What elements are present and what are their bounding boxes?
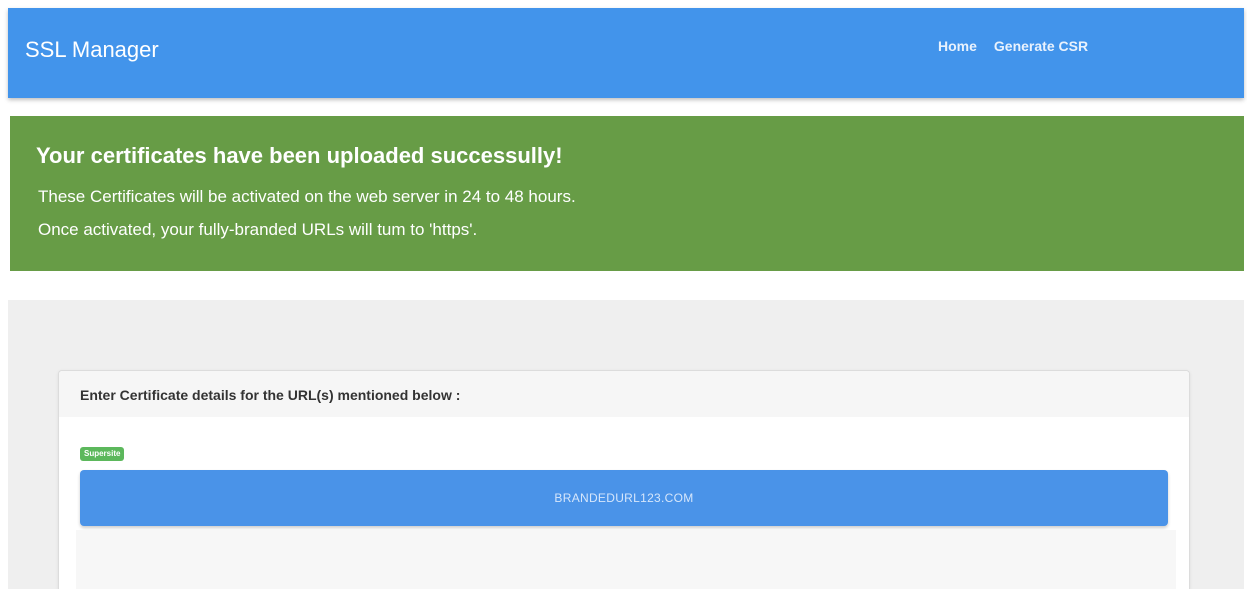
navbar: SSL Manager Home Generate CSR	[8, 8, 1244, 98]
url-label: BRANDEDURL123.COM	[554, 491, 694, 505]
alert-message-line-1: These Certificates will be activated on …	[38, 187, 576, 206]
url-accordion-button[interactable]: BRANDEDURL123.COM	[80, 470, 1168, 526]
page: SSL Manager Home Generate CSR Your certi…	[0, 0, 1247, 589]
alert-message-line-2: Once activated, your fully-branded URLs …	[38, 220, 478, 239]
alert-title: Your certificates have been uploaded suc…	[36, 143, 563, 168]
certificate-card: Enter Certificate details for the URL(s)…	[58, 370, 1190, 589]
nav-link-generate-csr[interactable]: Generate CSR	[994, 38, 1088, 54]
certificate-details-panel	[76, 530, 1176, 589]
success-alert: Your certificates have been uploaded suc…	[10, 116, 1244, 271]
brand-title[interactable]: SSL Manager	[25, 37, 159, 63]
nav-links: Home Generate CSR	[938, 38, 1088, 54]
supersite-badge: Supersite	[80, 447, 125, 461]
nav-link-home[interactable]: Home	[938, 38, 977, 54]
card-title: Enter Certificate details for the URL(s)…	[80, 387, 461, 403]
card-header: Enter Certificate details for the URL(s)…	[59, 371, 1189, 417]
